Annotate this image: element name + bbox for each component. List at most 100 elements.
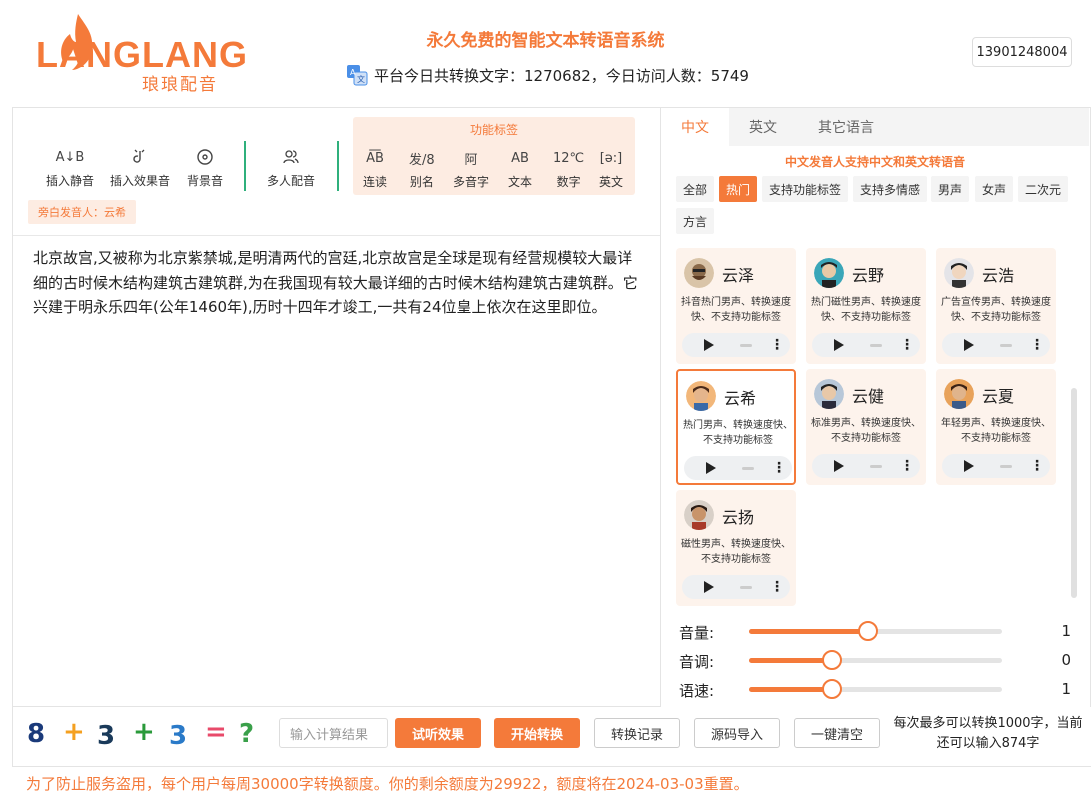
tab-chinese[interactable]: 中文 [661, 108, 729, 146]
clear-button[interactable]: 一键清空 [794, 718, 880, 748]
audio-progress[interactable] [870, 344, 882, 347]
tag-liaison-label: 连读 [363, 175, 388, 189]
filter-all[interactable]: 全部 [676, 176, 715, 202]
more-options-icon[interactable]: ⋮ [772, 460, 786, 476]
avatar [814, 379, 844, 409]
speed-track[interactable] [749, 679, 1002, 699]
voice-description: 年轻男声、转换速度快、不支持功能标签 [941, 418, 1051, 444]
filter-multi-emotion[interactable]: 支持多情感 [853, 176, 928, 202]
more-options-icon[interactable]: ⋮ [770, 579, 784, 595]
play-icon[interactable] [964, 339, 974, 351]
audio-progress[interactable] [742, 467, 754, 470]
quota-notice: 为了防止服务盗用，每个用户每周30000字转换额度。你的剩余额度为29922，额… [26, 775, 749, 793]
audio-progress[interactable] [1000, 465, 1012, 468]
filter-male[interactable]: 男声 [931, 176, 970, 202]
svg-text:文: 文 [357, 74, 365, 84]
filter-dialect[interactable]: 方言 [676, 208, 715, 234]
tag-liaison-button[interactable]: A͞B 连读 [363, 147, 387, 190]
background-music-label: 背景音 [187, 174, 224, 188]
filter-hot[interactable]: 热门 [719, 176, 758, 202]
volume-value: 1 [1061, 622, 1071, 640]
voice-name: 云泽 [722, 266, 755, 285]
speed-knob[interactable] [822, 679, 843, 699]
play-icon[interactable] [704, 581, 714, 593]
convert-button[interactable]: 开始转换 [494, 718, 580, 748]
voice-name: 云希 [724, 389, 757, 408]
avatar [944, 258, 974, 288]
logo[interactable]: LANGLANG 琅琅配音 [36, 12, 247, 96]
import-button[interactable]: 源码导入 [694, 718, 780, 748]
pitch-knob[interactable] [822, 650, 843, 670]
captcha-answer-input[interactable]: 输入计算结果 [279, 718, 388, 748]
play-icon[interactable] [834, 460, 844, 472]
tab-english[interactable]: 英文 [729, 108, 797, 146]
voice-card[interactable]: 云野 热门磁性男声、转换速度快、不支持功能标签 ⋮ [806, 248, 926, 364]
volume-label: 音量: [679, 624, 715, 642]
narrator-badge[interactable]: 旁白发音人：云希 [28, 200, 136, 224]
multi-voice-button[interactable]: 多人配音 [267, 146, 315, 189]
tag-polyphone-button[interactable]: 阿 多音字 [453, 147, 489, 190]
speed-fill [749, 687, 833, 692]
liaison-icon: A͞B [366, 150, 384, 166]
speed-label: 语速: [679, 682, 715, 700]
voice-description: 抖音热门男声、转换速度快、不支持功能标签 [681, 297, 791, 323]
toolbar-divider [244, 141, 246, 191]
play-icon[interactable] [704, 339, 714, 351]
avatar [814, 258, 844, 288]
speed-value: 1 [1061, 680, 1071, 698]
more-options-icon[interactable]: ⋮ [1030, 458, 1044, 474]
filter-function-tags[interactable]: 支持功能标签 [762, 176, 849, 202]
preview-button[interactable]: 试听效果 [395, 718, 481, 748]
tag-alias-button[interactable]: 发/8 别名 [409, 147, 435, 190]
audio-player: ⋮ [684, 456, 792, 480]
volume-knob[interactable] [857, 621, 878, 641]
pitch-value: 0 [1061, 651, 1071, 669]
voice-card[interactable]: 云夏 年轻男声、转换速度快、不支持功能标签 ⋮ [936, 369, 1056, 485]
speed-slider[interactable]: 语速: 1 [679, 678, 1079, 700]
voice-list-scrollbar[interactable] [1071, 388, 1077, 598]
more-options-icon[interactable]: ⋮ [900, 337, 914, 353]
filter-anime[interactable]: 二次元 [1018, 176, 1069, 202]
volume-slider[interactable]: 音量: 1 [679, 620, 1079, 642]
audio-progress[interactable] [740, 586, 752, 589]
editor-panel: A↓B 插入静音 插入效果音 背景音 多人配音 功能标签 A͞B 连读 发/8 … [12, 107, 661, 707]
silence-icon: A↓B [55, 149, 85, 165]
pitch-track[interactable] [749, 650, 1002, 670]
insert-effect-label: 插入效果音 [110, 174, 171, 188]
filter-female[interactable]: 女声 [975, 176, 1014, 202]
text-input-area[interactable]: 北京故宫,又被称为北京紫禁城,是明清两代的宫廷,北京故宫是全球是现有经营规模较大… [13, 236, 660, 330]
volume-track[interactable] [749, 621, 1002, 641]
tag-number-button[interactable]: 12℃ 数字 [553, 147, 584, 190]
more-options-icon[interactable]: ⋮ [900, 458, 914, 474]
pitch-slider[interactable]: 音调: 0 [679, 649, 1079, 671]
user-account-button[interactable]: 13901248004 [972, 37, 1072, 67]
tag-english-button[interactable]: [ə:] 英文 [599, 147, 623, 190]
captcha-image[interactable]: 8 + 3 + 3 = ? [25, 715, 265, 755]
play-icon[interactable] [834, 339, 844, 351]
voice-description: 磁性男声、转换速度快、不支持功能标签 [681, 539, 791, 565]
voice-card[interactable]: 云泽 抖音热门男声、转换速度快、不支持功能标签 ⋮ [676, 248, 796, 364]
audio-progress[interactable] [1000, 344, 1012, 347]
history-button[interactable]: 转换记录 [594, 718, 680, 748]
voice-card[interactable]: 云扬 磁性男声、转换速度快、不支持功能标签 ⋮ [676, 490, 796, 606]
tag-text-button[interactable]: AB 文本 [508, 147, 532, 190]
more-options-icon[interactable]: ⋮ [770, 337, 784, 353]
insert-silence-button[interactable]: A↓B 插入静音 [46, 146, 94, 189]
users-icon [282, 146, 300, 168]
more-options-icon[interactable]: ⋮ [1030, 337, 1044, 353]
voice-card[interactable]: 云健 标准男声、转换速度快、不支持功能标签 ⋮ [806, 369, 926, 485]
tag-alias-label: 别名 [409, 175, 434, 189]
insert-effect-button[interactable]: 插入效果音 [110, 146, 170, 189]
voice-description: 标准男声、转换速度快、不支持功能标签 [811, 418, 921, 444]
voice-name: 云夏 [982, 387, 1015, 406]
play-icon[interactable] [964, 460, 974, 472]
audio-progress[interactable] [870, 465, 882, 468]
insert-silence-label: 插入静音 [46, 174, 95, 188]
voice-card-selected[interactable]: 云希 热门男声、转换速度快、不支持功能标签 ⋮ [676, 369, 796, 485]
audio-progress[interactable] [740, 344, 752, 347]
voice-card[interactable]: 云浩 广告宣传男声、转换速度快、不支持功能标签 ⋮ [936, 248, 1056, 364]
background-music-button[interactable]: 背景音 [187, 146, 223, 189]
play-icon[interactable] [706, 462, 716, 474]
toolbar-divider [337, 141, 339, 191]
tab-other-languages[interactable]: 其它语言 [803, 108, 889, 146]
